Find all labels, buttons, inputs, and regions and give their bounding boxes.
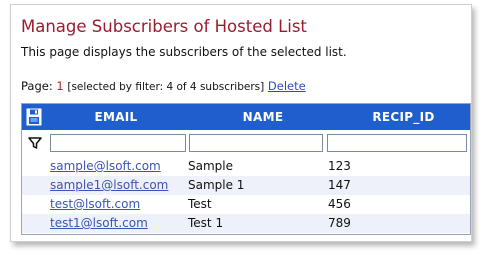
- content-panel: Manage Subscribers of Hosted List This p…: [10, 4, 472, 242]
- column-header-email[interactable]: EMAIL: [46, 104, 186, 130]
- table-row: test1@lsoft.com Test 1 789: [22, 214, 470, 233]
- name-filter-input[interactable]: [189, 134, 323, 152]
- table-row: test@lsoft.com Test 456: [22, 195, 470, 214]
- save-icon[interactable]: [26, 108, 42, 126]
- email-cell[interactable]: sample1@lsoft.com: [50, 176, 168, 195]
- table-header: EMAIL NAME RECIP_ID: [22, 104, 470, 130]
- column-header-recip-id[interactable]: RECIP_ID: [337, 104, 470, 130]
- name-cell: Sample 1: [188, 178, 245, 192]
- email-filter-input[interactable]: [50, 134, 186, 152]
- email-cell[interactable]: sample@lsoft.com: [50, 157, 161, 176]
- page-label: Page:: [21, 79, 53, 93]
- pager-line: Page: 1 [selected by filter: 4 of 4 subs…: [21, 79, 306, 93]
- page-title: Manage Subscribers of Hosted List: [21, 17, 307, 36]
- recip-id-cell: 123: [328, 159, 351, 173]
- column-header-name[interactable]: NAME: [198, 104, 328, 130]
- page-description: This page displays the subscribers of th…: [21, 45, 347, 59]
- recip-id-filter-input[interactable]: [327, 134, 467, 152]
- email-cell[interactable]: test@lsoft.com: [50, 195, 140, 214]
- filter-funnel-icon: [28, 137, 42, 149]
- name-cell: Sample: [188, 159, 233, 173]
- name-cell: Test 1: [188, 216, 224, 230]
- filter-info: [selected by filter: 4 of 4 subscribers]: [67, 81, 265, 93]
- page-number[interactable]: 1: [56, 79, 63, 93]
- delete-link[interactable]: Delete: [268, 79, 306, 93]
- recip-id-cell: 147: [328, 178, 351, 192]
- recip-id-cell: 456: [328, 197, 351, 211]
- email-cell[interactable]: test1@lsoft.com: [50, 214, 148, 233]
- table-row: sample1@lsoft.com Sample 1 147: [22, 176, 470, 195]
- recip-id-cell: 789: [328, 216, 351, 230]
- table-row: sample@lsoft.com Sample 123: [22, 157, 470, 176]
- name-cell: Test: [188, 197, 212, 211]
- filter-row: [22, 130, 470, 156]
- subscribers-table: EMAIL NAME RECIP_ID sample@lsoft.com Sam…: [21, 103, 471, 235]
